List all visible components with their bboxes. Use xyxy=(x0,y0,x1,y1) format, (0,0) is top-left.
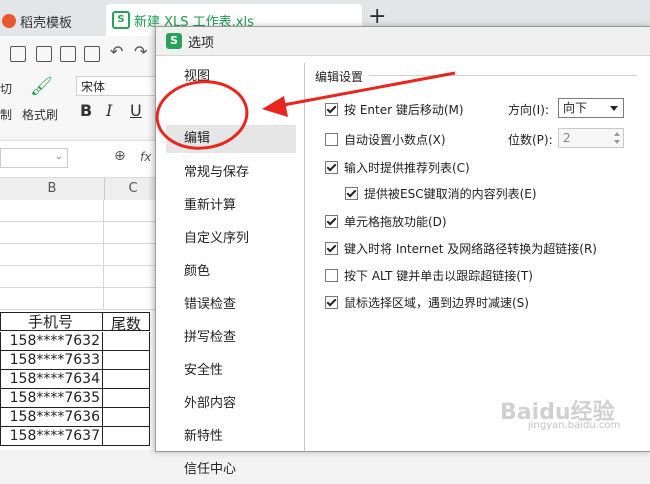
arrow-shaft xyxy=(277,71,456,108)
highlight-circle xyxy=(155,80,249,150)
arrow-head xyxy=(262,96,288,117)
nav-item-trust-center[interactable]: 信任中心 xyxy=(166,456,296,484)
nav-label: 信任中心 xyxy=(184,462,237,477)
watermark-url: jingyan.baidu.com xyxy=(528,420,621,431)
annotation-overlay xyxy=(155,71,456,150)
